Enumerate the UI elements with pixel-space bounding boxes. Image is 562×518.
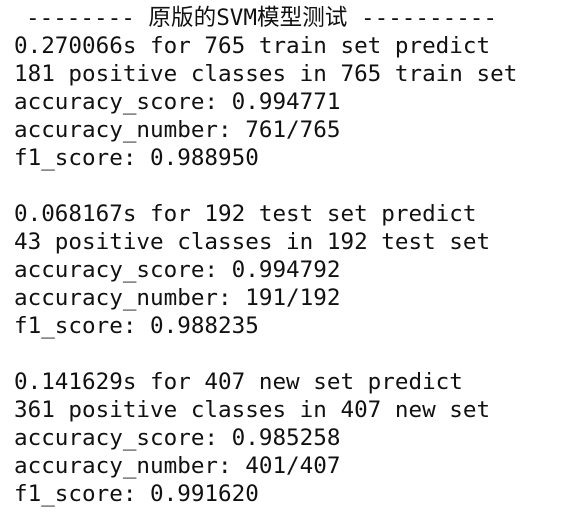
train-f1-score-line: f1_score: 0.988950 xyxy=(14,145,259,171)
test-accuracy-score-line: accuracy_score: 0.994792 xyxy=(14,257,341,283)
train-positive-classes-line: 181 positive classes in 765 train set xyxy=(14,61,518,87)
new-f1-score-line: f1_score: 0.991620 xyxy=(14,481,259,507)
train-accuracy-score-line: accuracy_score: 0.994771 xyxy=(14,89,341,115)
new-accuracy-number-line: accuracy_number: 401/407 xyxy=(14,453,341,479)
new-positive-classes-line: 361 positive classes in 407 new set xyxy=(14,397,491,423)
test-accuracy-number-line: accuracy_number: 191/192 xyxy=(14,285,341,311)
train-timing-line: 0.270066s for 765 train set predict xyxy=(14,33,491,59)
test-results-block: 0.068167s for 192 test set predict 43 po… xyxy=(14,200,562,340)
new-accuracy-score-line: accuracy_score: 0.985258 xyxy=(14,425,341,451)
new-results-block: 0.141629s for 407 new set predict 361 po… xyxy=(14,368,562,508)
test-timing-line: 0.068167s for 192 test set predict xyxy=(14,201,477,227)
terminal-output: -------- 原版的SVM模型测试 ---------- 0.270066s… xyxy=(0,0,562,518)
section-header: -------- 原版的SVM模型测试 ---------- xyxy=(26,5,498,31)
test-positive-classes-line: 43 positive classes in 192 test set xyxy=(14,229,491,255)
new-timing-line: 0.141629s for 407 new set predict xyxy=(14,369,463,395)
train-results-block: 0.270066s for 765 train set predict 181 … xyxy=(14,32,562,172)
train-accuracy-number-line: accuracy_number: 761/765 xyxy=(14,117,341,143)
test-f1-score-line: f1_score: 0.988235 xyxy=(14,313,259,339)
